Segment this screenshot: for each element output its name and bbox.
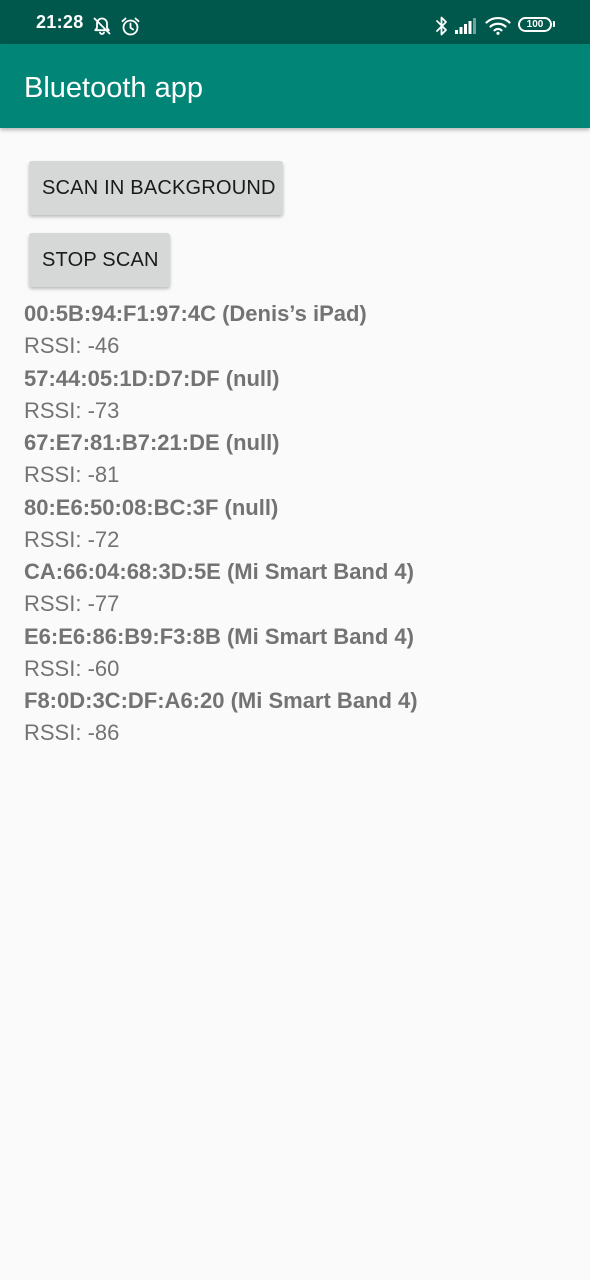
device-name: 67:E7:81:B7:21:DE (null) — [24, 430, 280, 455]
status-time: 21:28 — [36, 12, 84, 32]
device-rssi: RSSI: -73 — [24, 397, 120, 423]
device-rssi: RSSI: -46 — [24, 333, 120, 358]
device-rssi: RSSI: -86 — [24, 720, 120, 745]
device-rssi: RSSI: -81 — [24, 462, 120, 487]
list-item: 00:5B:94:F1:97:4C (Denis’s iPad) RSSI: -… — [24, 298, 564, 363]
scan-in-background-button[interactable]: SCAN IN BACKGROUND — [29, 161, 283, 215]
list-item: E6:E6:86:B9:F3:8B (Mi Smart Band 4) RSSI… — [24, 621, 564, 686]
device-rssi: RSSI: -60 — [24, 655, 120, 681]
cell-signal-icon — [455, 18, 476, 34]
alarm-icon — [121, 17, 140, 36]
status-bar: 21:28 100 — [0, 0, 590, 44]
bluetooth-icon — [436, 16, 447, 36]
battery-nub — [553, 21, 555, 27]
battery-indicator: 100 — [518, 17, 552, 32]
list-item: CA:66:04:68:3D:5E (Mi Smart Band 4) RSSI… — [24, 556, 564, 621]
notifications-off-icon — [93, 17, 111, 35]
device-name: CA:66:04:68:3D:5E (Mi Smart Band 4) — [24, 559, 414, 584]
list-item: 67:E7:81:B7:21:DE (null) RSSI: -81 — [24, 427, 564, 492]
device-name: 80:E6:50:08:BC:3F (null) — [24, 494, 279, 520]
app-title: Bluetooth app — [24, 72, 203, 104]
stop-scan-button[interactable]: STOP SCAN — [29, 233, 170, 287]
device-list: 00:5B:94:F1:97:4C (Denis’s iPad) RSSI: -… — [24, 298, 564, 750]
app-bar: Bluetooth app — [0, 44, 590, 128]
device-name: 57:44:05:1D:D7:DF (null) — [24, 365, 280, 391]
device-rssi: RSSI: -72 — [24, 526, 120, 552]
device-rssi: RSSI: -77 — [24, 591, 120, 616]
wifi-icon — [485, 16, 511, 35]
device-name: F8:0D:3C:DF:A6:20 (Mi Smart Band 4) — [24, 688, 418, 713]
list-item: 57:44:05:1D:D7:DF (null) RSSI: -73 — [24, 363, 564, 428]
device-name: E6:E6:86:B9:F3:8B (Mi Smart Band 4) — [24, 623, 414, 649]
list-item: F8:0D:3C:DF:A6:20 (Mi Smart Band 4) RSSI… — [24, 685, 564, 750]
list-item: 80:E6:50:08:BC:3F (null) RSSI: -72 — [24, 492, 564, 557]
device-name: 00:5B:94:F1:97:4C (Denis’s iPad) — [24, 301, 367, 326]
